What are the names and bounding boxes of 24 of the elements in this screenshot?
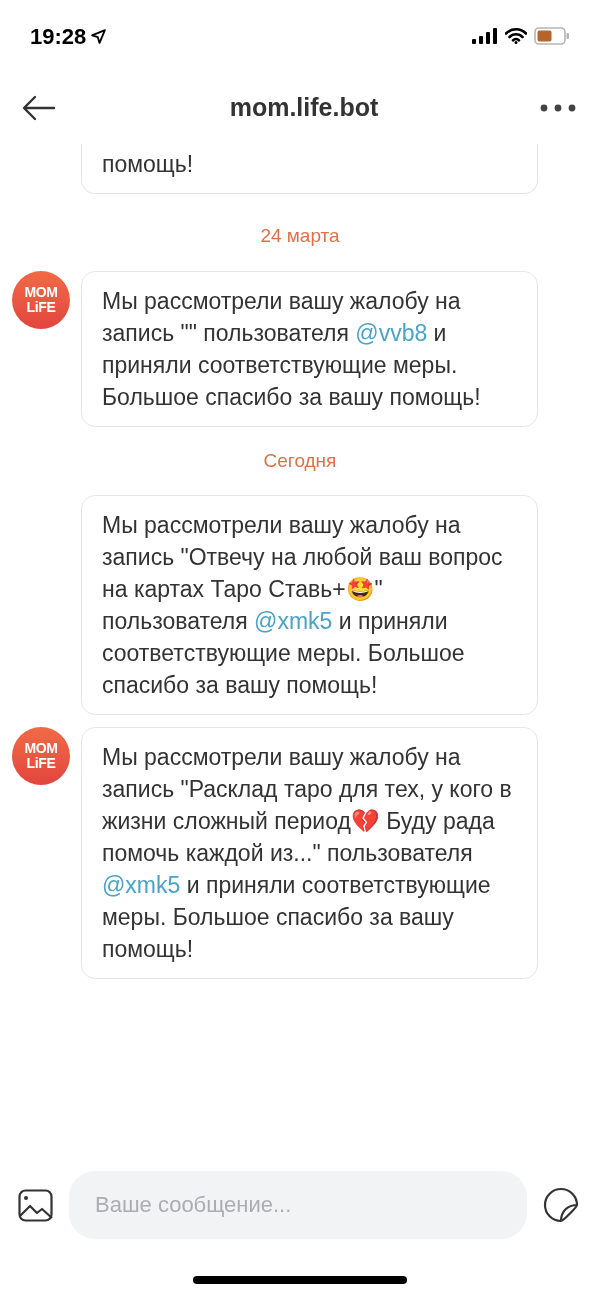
location-arrow-icon (90, 27, 108, 45)
sticker-button[interactable] (542, 1186, 580, 1224)
message-text: помощь! (102, 150, 195, 179)
more-icon (540, 104, 576, 112)
date-label: Сегодня (263, 448, 337, 473)
user-link[interactable]: @vvb8 (355, 319, 428, 346)
bot-avatar: MOM LiFE (12, 270, 70, 329)
user-link[interactable]: @xmk5 (102, 872, 181, 898)
message-text: Мы рассмотрели вашу жалобу на запись "Отвечу на любой ваш вопрос на картах Таро Ставь+🤩" пользователя @xmk5 и приняли соответствующие меры. Большое спасибо за вашу помощь! (102, 511, 504, 700)
signal-icon (472, 28, 498, 44)
back-arrow-icon (22, 95, 56, 121)
wifi-icon (505, 28, 527, 44)
clock: 19:28 (30, 22, 87, 51)
battery-icon (534, 27, 570, 45)
message-text: Мы рассмотрели вашу жалобу на запись "Расклад таро для тех, у кого в жизни сложный период💔 Буду рада помочь каждой из..." пользователя @xmk5 и приняли соответствующие меры. Большое спасибо за вашу помощь! (102, 743, 513, 964)
sticker-icon (543, 1187, 579, 1223)
message-field[interactable]: Ваше сообщение... (69, 1171, 527, 1239)
message-text: Мы рассмотрели вашу жалобу на запись "" пользователя @vvb8 и приняли соответствующие меры. Большое спасибо за вашу помощь! (102, 286, 482, 412)
bot-avatar: MOM LiFE (12, 727, 70, 785)
user-link[interactable]: @xmk5 (254, 608, 333, 634)
image-button[interactable] (17, 1186, 54, 1224)
date-label: 24 марта (260, 224, 340, 248)
image-icon (18, 1188, 53, 1222)
chat-title: mom.life.bot (229, 92, 379, 124)
